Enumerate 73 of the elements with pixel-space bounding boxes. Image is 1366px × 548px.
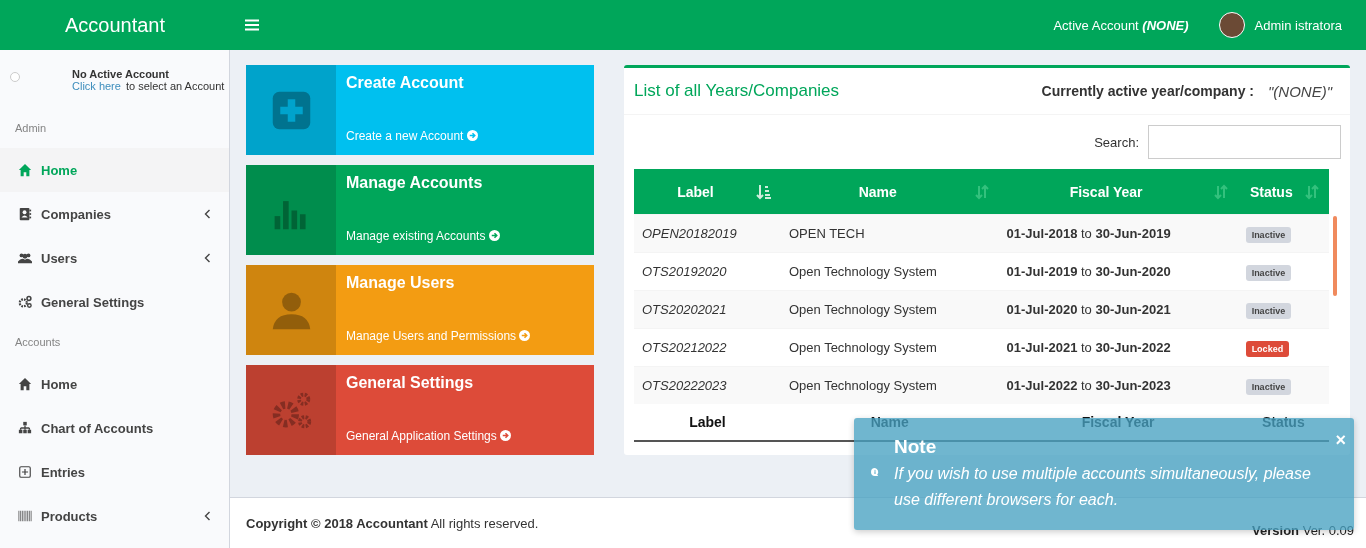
note-message: If you wish to use multiple accounts simultaneously, please use different browsers for each.: [894, 464, 1312, 510]
status-badge: Inactive: [1245, 265, 1292, 281]
account-hint: to select an Account: [125, 80, 225, 92]
users-icon: [18, 251, 32, 265]
column-footer: Label: [634, 404, 781, 441]
column-header[interactable]: Name: [780, 169, 999, 215]
plus-square-icon: [18, 465, 32, 479]
status-badge: Inactive: [1245, 227, 1292, 243]
table-cell: OPEN TECH: [780, 214, 999, 253]
sidebar-item[interactable]: General Settings: [0, 280, 229, 324]
menu-icon[interactable]: [245, 19, 259, 31]
sidebar-item[interactable]: Chart of Accounts: [0, 406, 229, 450]
sidebar-item[interactable]: Entries: [0, 450, 229, 494]
table-cell: 01-Jul-2022 to 30-Jun-2023: [998, 366, 1238, 404]
column-header[interactable]: Label: [634, 169, 781, 215]
home-icon: [18, 163, 32, 177]
sort-icon: [973, 183, 990, 200]
table-cell: Open Technology System: [780, 366, 999, 404]
arrow-circle-icon: [466, 130, 478, 141]
sidebar-item[interactable]: Products: [0, 494, 229, 538]
tile-link[interactable]: General Application Settings: [346, 429, 584, 446]
tile-link[interactable]: Manage existing Accounts: [346, 229, 584, 246]
copyright-text: Copyright © 2018 Accountant All rights reserved.: [246, 515, 539, 531]
active-company-label: Currently active year/company :: [1041, 83, 1254, 99]
chevron-icon: [204, 511, 211, 521]
search-label: Search:: [1094, 134, 1139, 150]
column-header[interactable]: Status: [1237, 169, 1329, 215]
tile-title: Manage Accounts: [346, 174, 484, 192]
sort-icon: [1304, 183, 1320, 200]
tile-title: General Settings: [346, 374, 475, 392]
chevron-icon: [204, 209, 211, 219]
chevron-icon: [204, 253, 211, 263]
table-cell: 01-Jul-2020 to 30-Jun-2021: [998, 290, 1238, 329]
sidebar-heading: Accounts: [14, 335, 62, 350]
tile-title: Create Account: [346, 74, 465, 92]
sidebar-item[interactable]: Companies: [0, 192, 229, 236]
arrow-circle-icon: [488, 230, 500, 241]
table-cell: OTS20222023: [634, 366, 781, 404]
tile-link[interactable]: Create a new Account: [346, 129, 584, 146]
sitemap-icon: [18, 421, 32, 435]
sidebar-item[interactable]: Users: [0, 236, 229, 280]
close-button[interactable]: ×: [1335, 430, 1346, 451]
status-badge: Inactive: [1245, 379, 1292, 395]
radio-icon: [10, 72, 20, 82]
tile-title: Manage Users: [346, 274, 456, 292]
sidebar-item[interactable]: Home: [0, 148, 229, 192]
sort-icon: [1212, 183, 1229, 200]
account-status-title: No Active Account: [72, 68, 170, 80]
user-name[interactable]: Admin istratora: [1254, 17, 1342, 33]
arrow-circle-icon: [519, 330, 531, 341]
arrow-circle-icon: [500, 430, 512, 441]
active-account-status: Active Account (NONE): [1053, 17, 1189, 33]
table-cell: Open Technology System: [780, 290, 999, 329]
table-cell: OPEN20182019: [634, 214, 781, 253]
status-badge: Inactive: [1245, 303, 1292, 319]
tile-link[interactable]: Manage Users and Permissions: [346, 329, 584, 346]
gears-icon: [18, 295, 32, 309]
panel-title: List of all Years/Companies: [634, 81, 841, 101]
column-header[interactable]: Fiscal Year: [998, 169, 1238, 215]
sort-icon: [755, 183, 772, 200]
sidebar-heading: Admin: [14, 121, 48, 136]
home-icon: [18, 377, 32, 391]
sidebar-item[interactable]: Home: [0, 362, 229, 406]
search-field[interactable]: [1148, 125, 1341, 159]
click-here-link[interactable]: Click here: [72, 80, 121, 92]
table-cell: OTS20202021: [634, 290, 781, 329]
active-company-value: "(NONE)": [1268, 82, 1332, 100]
status-badge: Locked: [1245, 341, 1290, 357]
app-brand[interactable]: Accountant: [0, 13, 230, 37]
barcode-icon: [18, 509, 32, 523]
user-avatar[interactable]: [1218, 12, 1245, 38]
contact-card-icon: [18, 207, 32, 221]
table-cell: 01-Jul-2018 to 30-Jun-2019: [998, 214, 1238, 253]
